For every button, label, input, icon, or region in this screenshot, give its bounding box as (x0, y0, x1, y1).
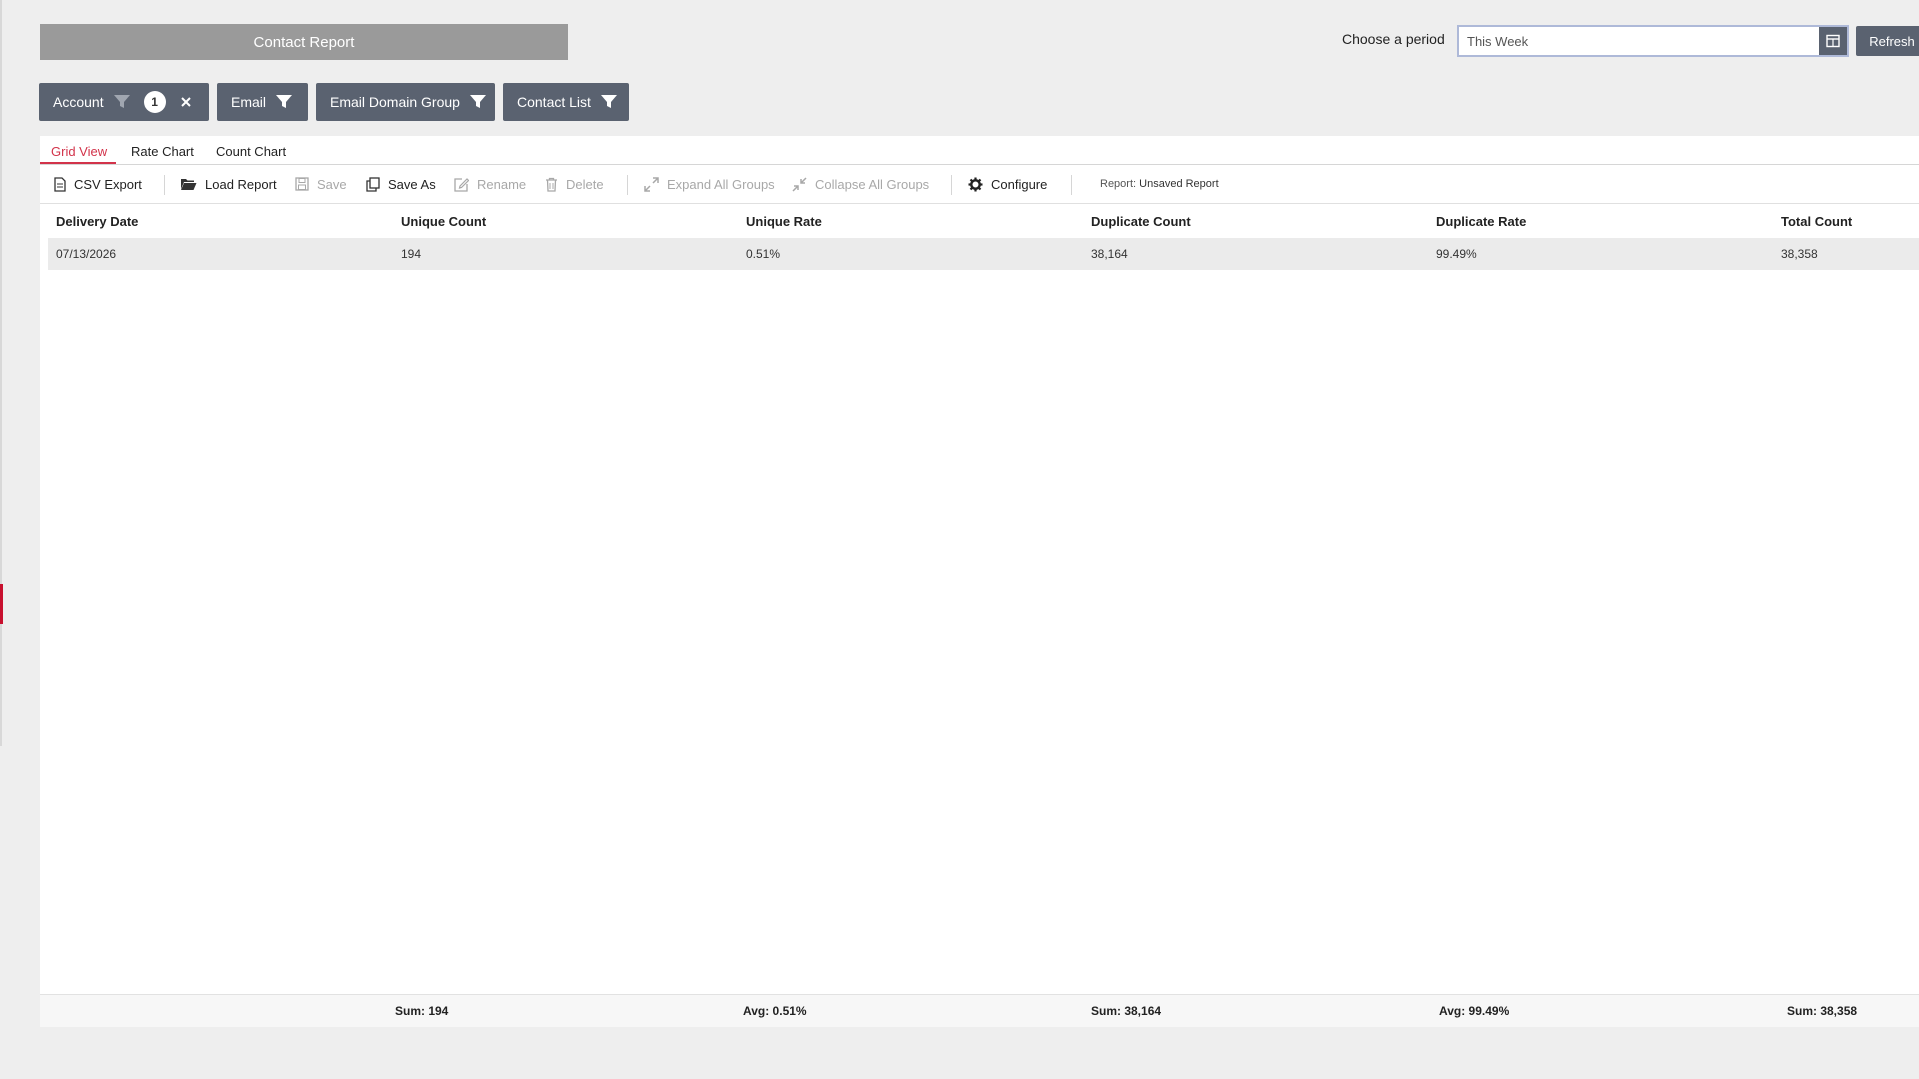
summary-duplicate-count: Sum: 38,164 (1091, 1004, 1162, 1018)
cell-unique-count: 194 (401, 247, 422, 261)
report-panel: Grid View Rate Chart Count Chart CSV Exp… (40, 136, 1919, 1027)
calendar-icon[interactable] (1819, 27, 1847, 55)
grid-summary-row: Sum: 194 Avg: 0.51% Sum: 38,164 Avg: 99.… (40, 994, 1919, 1027)
tab-grid-view[interactable]: Grid View (51, 144, 107, 159)
summary-duplicate-rate: Avg: 99.49% (1439, 1004, 1510, 1018)
summary-total-count: Sum: 38,358 (1787, 1004, 1858, 1018)
period-picker[interactable] (1457, 25, 1849, 57)
tab-count-chart[interactable]: Count Chart (216, 144, 286, 159)
expand-all-groups-label: Expand All Groups (667, 176, 775, 192)
report-name-value: Unsaved Report (1139, 178, 1219, 190)
filter-icon (113, 95, 130, 109)
collapse-all-groups-button[interactable]: Collapse All Groups (792, 165, 929, 203)
toolbar-divider (627, 175, 628, 195)
column-header-delivery-date[interactable]: Delivery Date (56, 204, 138, 238)
clear-filter-icon[interactable] (180, 96, 192, 108)
filter-email-label: Email (231, 94, 267, 110)
period-label: Choose a period (1342, 31, 1445, 47)
csv-export-button[interactable]: CSV Export (54, 165, 142, 203)
document-icon (54, 176, 66, 192)
filter-count-badge: 1 (143, 91, 166, 113)
toolbar-divider (1071, 175, 1072, 195)
save-as-label: Save As (388, 176, 436, 192)
configure-label: Configure (991, 176, 1048, 192)
toolbar-divider (164, 175, 165, 195)
filter-email-domain-group-label: Email Domain Group (330, 94, 460, 110)
filter-icon (600, 95, 617, 109)
table-row[interactable]: 07/13/2026 194 0.51% 38,164 99.49% 38,35… (48, 238, 1919, 270)
cell-total-count: 38,358 (1781, 247, 1818, 261)
cell-duplicate-rate: 99.49% (1436, 247, 1477, 261)
column-header-total-count[interactable]: Total Count (1781, 204, 1852, 238)
filter-icon (469, 95, 486, 109)
collapse-icon (792, 176, 807, 192)
gear-icon (968, 177, 983, 191)
edit-icon (454, 177, 469, 192)
filter-account-label: Account (53, 94, 104, 110)
tab-rate-chart[interactable]: Rate Chart (131, 144, 194, 159)
report-name-indicator: Report: Unsaved Report (1100, 165, 1219, 203)
rename-button[interactable]: Rename (454, 165, 526, 203)
expand-all-groups-button[interactable]: Expand All Groups (644, 165, 775, 203)
column-header-unique-rate[interactable]: Unique Rate (746, 204, 822, 238)
left-rail-marker (0, 584, 3, 624)
configure-button[interactable]: Configure (968, 165, 1047, 203)
folder-open-icon (181, 179, 197, 190)
trash-icon (546, 177, 557, 192)
summary-unique-count: Sum: 194 (395, 1004, 449, 1018)
filter-icon (276, 95, 293, 109)
cell-delivery-date: 07/13/2026 (56, 247, 117, 261)
summary-unique-rate: Avg: 0.51% (743, 1004, 807, 1018)
filter-account-button[interactable]: Account 1 (39, 83, 209, 121)
csv-export-label: CSV Export (74, 176, 142, 192)
refresh-button[interactable]: Refresh (1856, 26, 1919, 56)
load-report-label: Load Report (205, 176, 277, 192)
collapse-all-groups-label: Collapse All Groups (815, 176, 930, 192)
toolbar-divider (951, 175, 952, 195)
filter-email-button[interactable]: Email (217, 83, 308, 121)
save-as-button[interactable]: Save As (366, 165, 436, 203)
cell-duplicate-count: 38,164 (1091, 247, 1128, 261)
column-header-duplicate-count[interactable]: Duplicate Count (1091, 204, 1191, 238)
page-title: Contact Report (253, 33, 355, 51)
cell-unique-rate: 0.51% (746, 247, 781, 261)
delete-label: Delete (566, 176, 604, 192)
view-tabs: Grid View Rate Chart Count Chart (40, 136, 1919, 165)
copy-icon (366, 176, 380, 192)
filter-contact-list-button[interactable]: Contact List (503, 83, 629, 121)
save-label: Save (317, 176, 347, 192)
report-title-bar: Contact Report (40, 24, 568, 60)
rename-label: Rename (477, 176, 527, 192)
floppy-disk-icon (295, 177, 309, 191)
left-rail (0, 0, 2, 746)
period-input[interactable] (1459, 27, 1819, 55)
expand-icon (644, 176, 659, 192)
report-toolbar: CSV Export Load Report Save Save As Rena… (40, 165, 1919, 204)
active-tab-indicator (40, 162, 116, 164)
column-header-unique-count[interactable]: Unique Count (401, 204, 486, 238)
load-report-button[interactable]: Load Report (180, 165, 277, 203)
filter-contact-list-label: Contact List (517, 94, 591, 110)
filter-email-domain-group-button[interactable]: Email Domain Group (316, 83, 495, 121)
column-header-duplicate-rate[interactable]: Duplicate Rate (1436, 204, 1526, 238)
delete-button[interactable]: Delete (545, 165, 604, 203)
grid-header-row: Delivery Date Unique Count Unique Rate D… (48, 204, 1919, 239)
report-name-prefix: Report: (1100, 178, 1137, 190)
save-button[interactable]: Save (295, 165, 347, 203)
